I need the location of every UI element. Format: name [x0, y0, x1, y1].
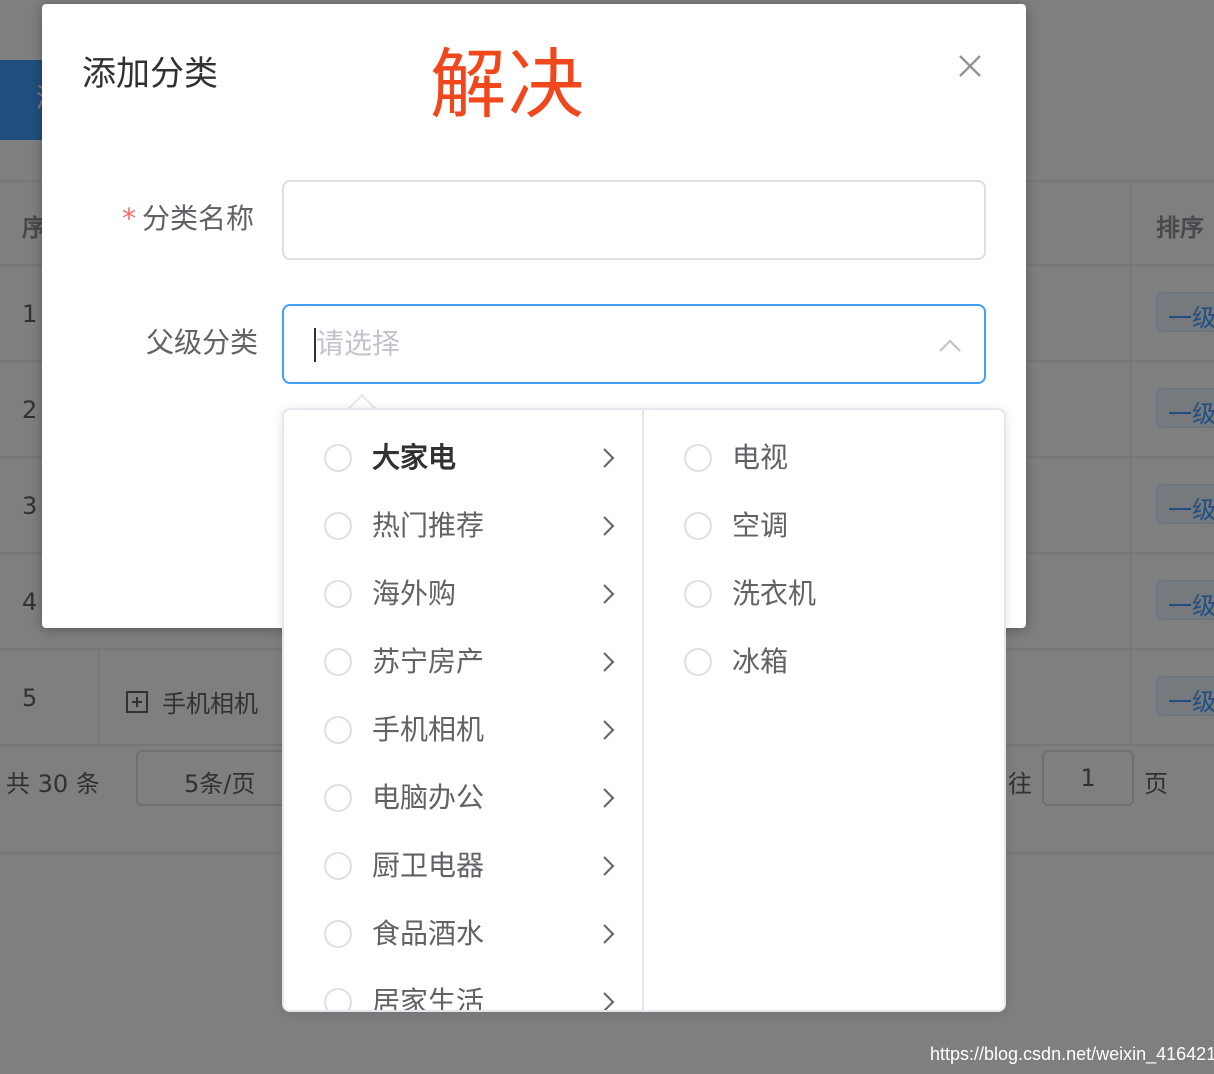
- cascader-option-level1[interactable]: 大家电: [284, 424, 642, 492]
- required-mark: *: [122, 202, 136, 235]
- option-label: 热门推荐: [372, 509, 485, 542]
- radio-button[interactable]: [684, 512, 712, 540]
- cascader-option-level2[interactable]: 冰箱: [644, 628, 1004, 696]
- radio-button[interactable]: [324, 784, 352, 812]
- chevron-right-icon: [596, 922, 620, 946]
- option-label: 冰箱: [732, 645, 789, 678]
- chevron-right-icon: [596, 718, 620, 742]
- option-label: 苏宁房产: [372, 645, 485, 678]
- cascader-option-level1[interactable]: 居家生活: [284, 968, 642, 1012]
- cascader-option-level1[interactable]: 海外购: [284, 560, 642, 628]
- category-name-input[interactable]: [282, 180, 986, 260]
- chevron-right-icon: [596, 514, 620, 538]
- option-label: 居家生活: [372, 985, 485, 1012]
- option-label: 电视: [732, 441, 789, 474]
- arrow-up-icon[interactable]: [936, 332, 964, 360]
- radio-button[interactable]: [324, 716, 352, 744]
- radio-button[interactable]: [684, 580, 712, 608]
- parent-category-label: 父级分类: [146, 326, 259, 359]
- cascader-option-level2[interactable]: 空调: [644, 492, 1004, 560]
- radio-button[interactable]: [324, 988, 352, 1010]
- cascader-option-level1[interactable]: 电脑办公: [284, 764, 642, 832]
- radio-button[interactable]: [324, 512, 352, 540]
- option-label: 大家电: [372, 441, 457, 474]
- chevron-right-icon: [596, 582, 620, 606]
- cascader-option-level1[interactable]: 食品酒水: [284, 900, 642, 968]
- radio-button[interactable]: [324, 852, 352, 880]
- cascader-placeholder: 请选择: [316, 327, 401, 360]
- radio-button[interactable]: [324, 648, 352, 676]
- radio-button[interactable]: [684, 444, 712, 472]
- cascader-option-level2[interactable]: 洗衣机: [644, 560, 1004, 628]
- cascader-option-level1[interactable]: 苏宁房产: [284, 628, 642, 696]
- chevron-right-icon: [596, 854, 620, 878]
- radio-button[interactable]: [324, 580, 352, 608]
- radio-button[interactable]: [684, 648, 712, 676]
- radio-button[interactable]: [324, 444, 352, 472]
- option-label: 厨卫电器: [372, 849, 485, 882]
- parent-category-cascader[interactable]: 请选择: [282, 304, 986, 384]
- chevron-right-icon: [596, 650, 620, 674]
- cascader-option-level2[interactable]: 电视: [644, 424, 1004, 492]
- chevron-right-icon: [596, 446, 620, 470]
- category-name-label-text: 分类名称: [142, 202, 255, 235]
- radio-button[interactable]: [324, 920, 352, 948]
- category-name-label: * 分类名称: [122, 202, 254, 236]
- watermark: https://blog.csdn.net/weixin_41642136: [930, 1044, 1214, 1064]
- cascader-option-level1[interactable]: 手机相机: [284, 696, 642, 764]
- option-label: 电脑办公: [372, 781, 485, 814]
- dialog-title: 添加分类: [82, 54, 218, 94]
- cascader-option-level1[interactable]: 热门推荐: [284, 492, 642, 560]
- option-label: 手机相机: [372, 713, 485, 746]
- cascader-dropdown: 大家电 热门推荐 海外购 苏宁房产 手机相机 电脑办公 厨卫电器 食品酒水 居家: [282, 408, 1006, 1012]
- option-label: 海外购: [372, 577, 457, 610]
- chevron-right-icon: [596, 990, 620, 1010]
- option-label: 洗衣机: [732, 577, 817, 610]
- annotation-text: 解决: [430, 40, 586, 129]
- chevron-right-icon: [596, 786, 620, 810]
- close-icon: [959, 55, 981, 77]
- option-label: 食品酒水: [372, 917, 485, 950]
- cascader-option-level1[interactable]: 厨卫电器: [284, 832, 642, 900]
- close-button[interactable]: [952, 48, 988, 84]
- option-label: 空调: [732, 509, 789, 542]
